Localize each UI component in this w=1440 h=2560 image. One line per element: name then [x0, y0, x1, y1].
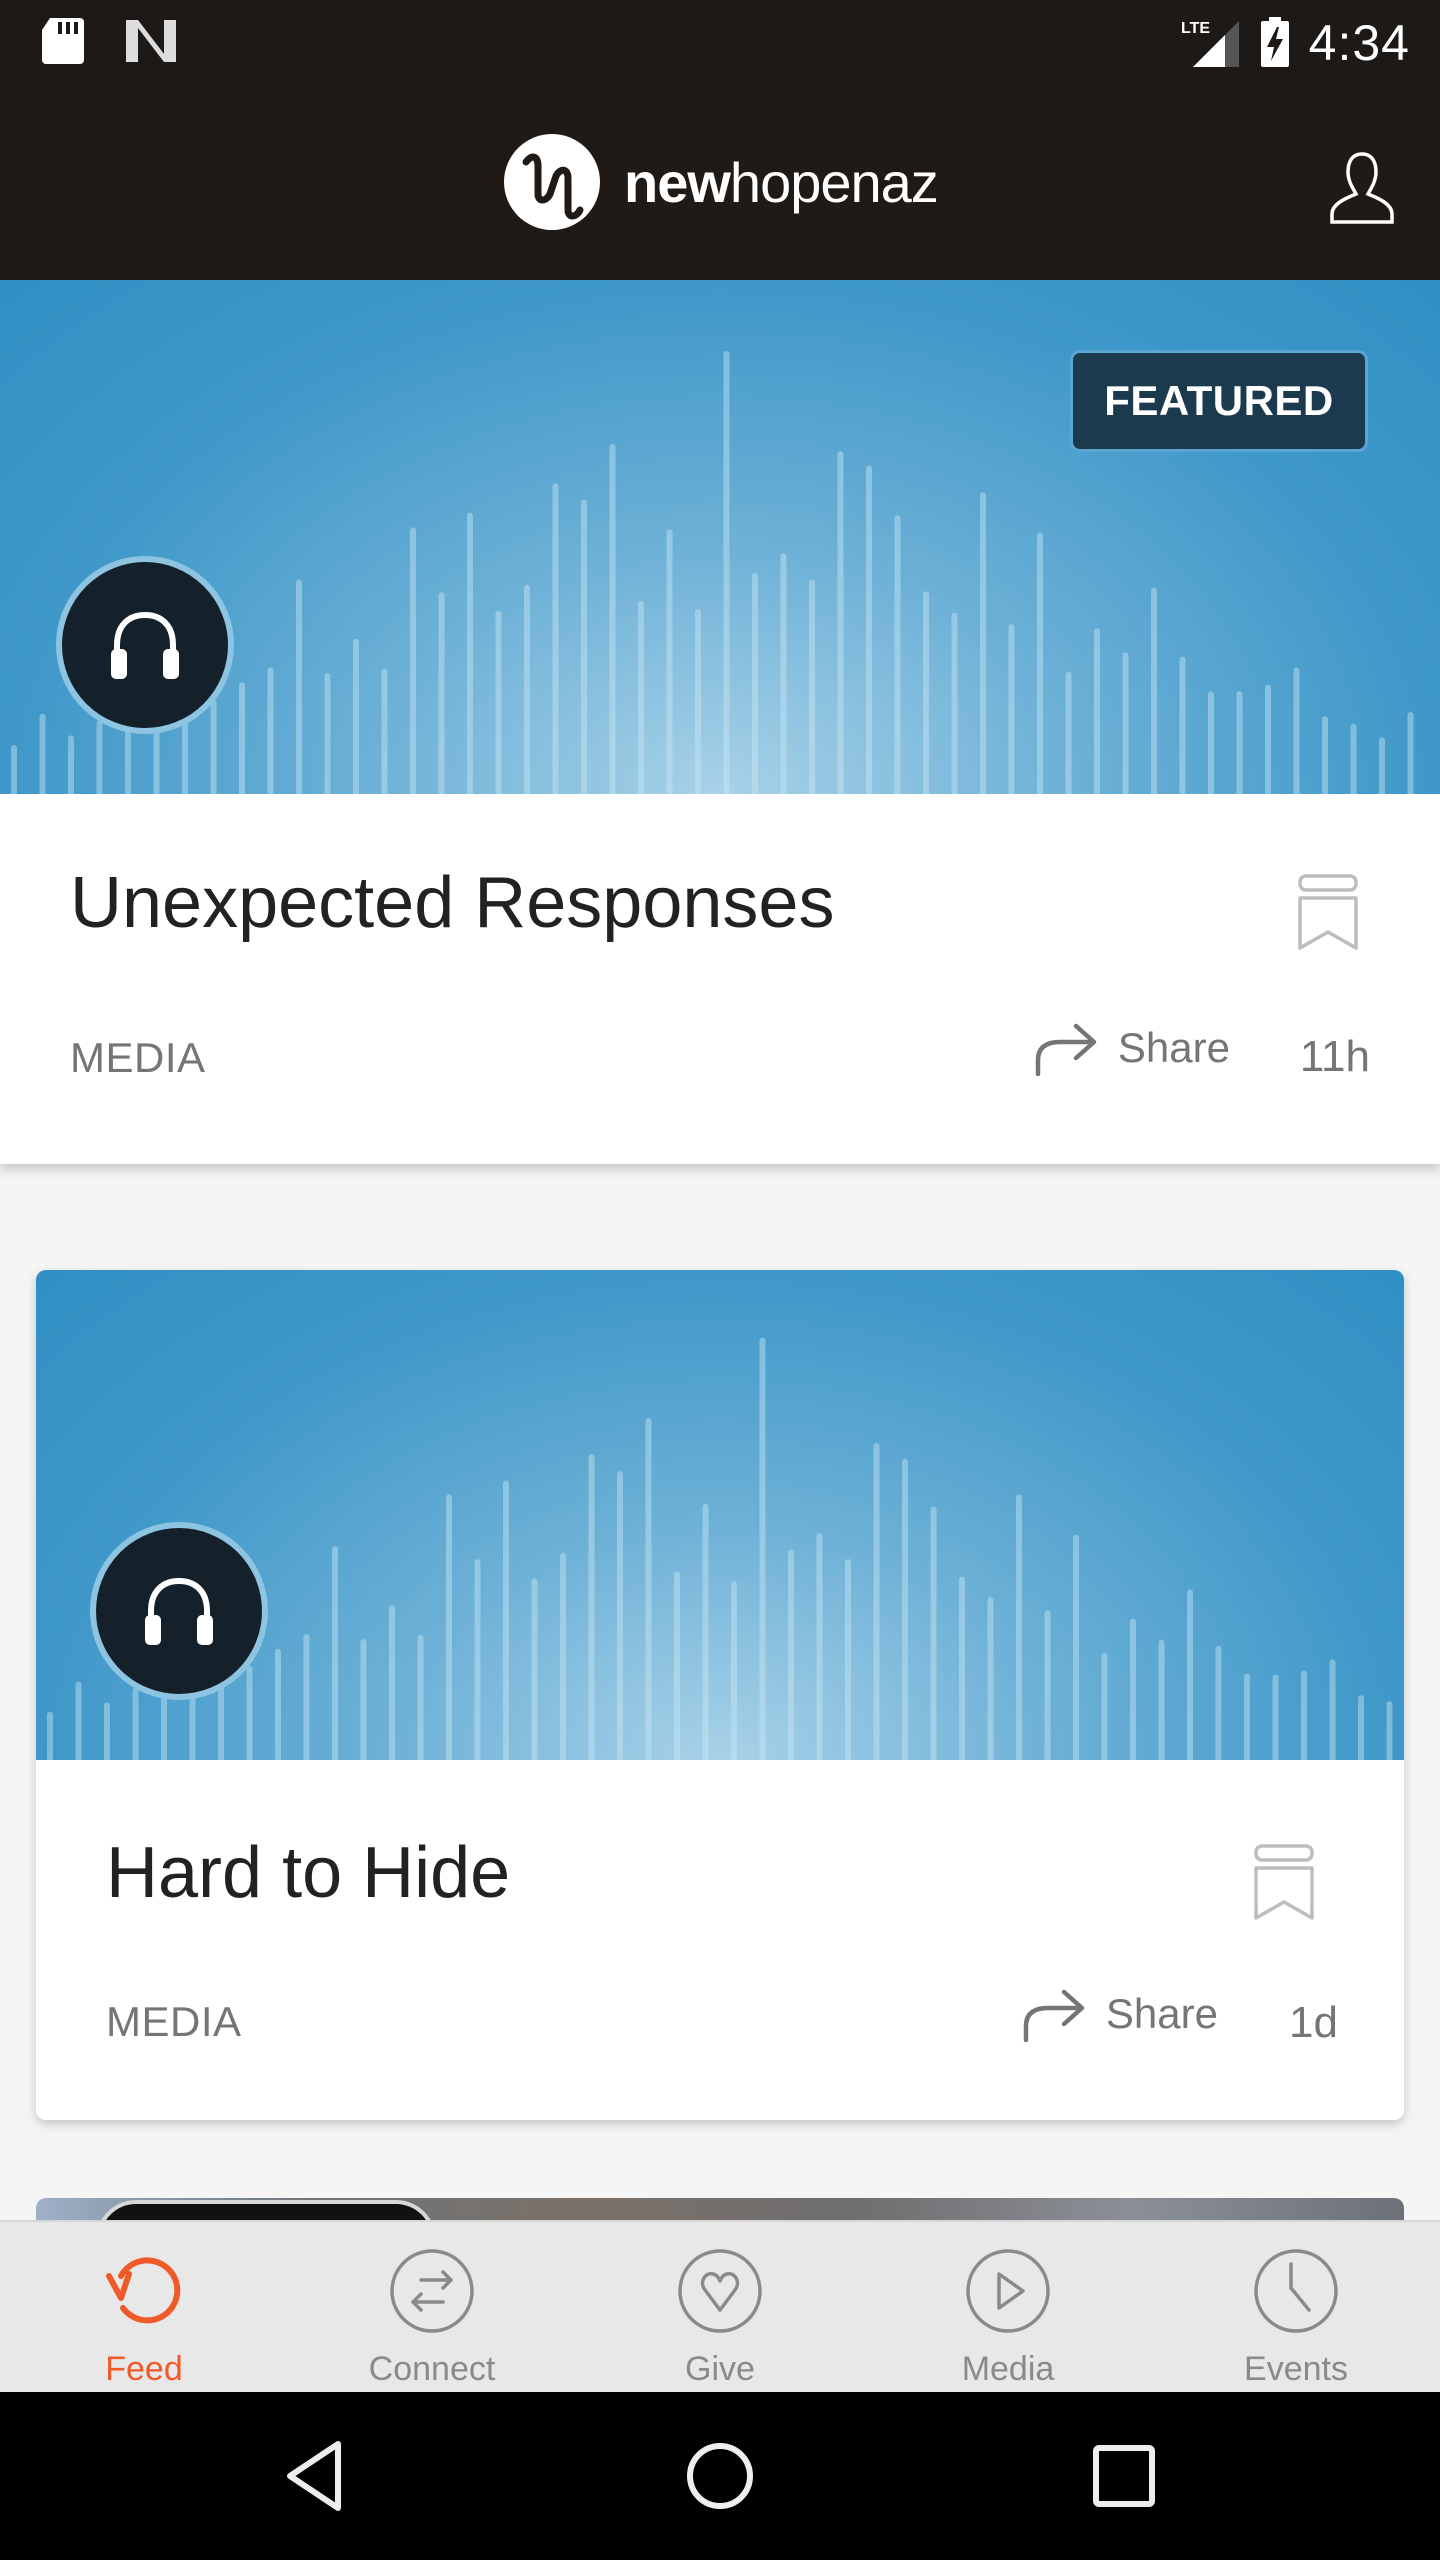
bottom-navigation: Feed Connect Give Media Events — [0, 2220, 1440, 2392]
system-navigation-bar — [0, 2392, 1440, 2560]
feed-card[interactable]: Hard to Hide MEDIA Share 1d — [36, 1270, 1404, 2120]
bookmark-button[interactable] — [1252, 1842, 1316, 1922]
featured-banner[interactable]: FEATURED — [0, 280, 1440, 794]
nav-tab-events[interactable]: Events — [1152, 2222, 1440, 2392]
nav-tab-media[interactable]: Media — [864, 2222, 1152, 2392]
featured-card-body: Unexpected Responses MEDIA Share 11h — [0, 794, 1440, 1164]
logo[interactable]: newhopenaz — [502, 132, 939, 232]
play-icon — [966, 2249, 1050, 2333]
nav-tab-feed[interactable]: Feed — [0, 2222, 288, 2392]
app-bar: newhopenaz — [0, 84, 1440, 280]
share-label: Share — [1117, 1024, 1230, 1071]
card-body: Hard to Hide MEDIA Share 1d — [36, 1760, 1404, 2120]
media-type-badge — [90, 1522, 268, 1700]
heart-icon — [678, 2249, 762, 2333]
card-title[interactable]: Hard to Hide — [106, 1832, 510, 1914]
category-label: MEDIA — [106, 1998, 242, 2045]
n-notification-icon — [126, 20, 176, 62]
clock: 4:34 — [1308, 15, 1410, 71]
logo-text: newhopenaz — [624, 150, 939, 215]
profile-button[interactable] — [1324, 150, 1400, 226]
share-arrow-icon — [1035, 1023, 1097, 1076]
bookmark-icon — [1298, 874, 1358, 950]
nav-label: Events — [1244, 2350, 1348, 2388]
featured-badge: FEATURED — [1070, 350, 1368, 452]
waveform-graphic — [47, 1337, 1393, 1760]
recents-icon[interactable] — [1084, 2436, 1164, 2516]
clock-icon — [1254, 2249, 1338, 2333]
bookmark-icon — [1254, 1844, 1314, 1920]
headphones-icon — [111, 611, 179, 679]
timestamp: 11h — [1299, 1032, 1370, 1081]
card-banner[interactable] — [36, 1270, 1404, 1760]
timestamp: 1d — [1289, 1998, 1338, 2047]
nav-label: Feed — [105, 2350, 183, 2388]
card-image — [96, 2200, 436, 2220]
home-icon[interactable] — [680, 2436, 760, 2516]
logo-text-bold: new — [624, 150, 731, 214]
back-icon[interactable] — [276, 2436, 356, 2516]
share-button[interactable]: Share — [1020, 1986, 1218, 2042]
logo-mark-icon — [504, 134, 600, 230]
share-button[interactable]: Share — [1032, 1020, 1230, 1076]
category-label: MEDIA — [70, 1034, 206, 1081]
logo-text-regular: hopenaz — [729, 150, 939, 214]
status-bar: LTE 4:34 — [0, 0, 1440, 84]
lte-signal-icon: LTE — [1181, 20, 1239, 67]
share-arrow-icon — [1023, 1989, 1085, 2042]
nav-label: Media — [961, 2350, 1055, 2388]
sd-card-icon — [42, 18, 84, 64]
media-type-badge — [56, 556, 234, 734]
share-label: Share — [1105, 1990, 1218, 2037]
refresh-icon — [106, 2257, 181, 2324]
feed-list[interactable]: FEATURED Unexpected Responses MEDIA Shar… — [0, 280, 1440, 2220]
feed-card-partial[interactable] — [36, 2198, 1404, 2220]
app-screen: LTE 4:34 newhopenaz FEATURED Unexpected … — [0, 0, 1440, 2560]
nav-label: Give — [685, 2350, 755, 2388]
card-title[interactable]: Unexpected Responses — [70, 862, 834, 944]
featured-card[interactable]: FEATURED Unexpected Responses MEDIA Shar… — [0, 280, 1440, 1164]
person-outline-icon — [1330, 152, 1394, 224]
swap-arrows-icon — [390, 2249, 474, 2333]
battery-charging-icon — [1260, 17, 1289, 67]
nav-label: Connect — [368, 2350, 496, 2388]
bookmark-button[interactable] — [1296, 872, 1360, 952]
svg-text:LTE: LTE — [1181, 20, 1210, 37]
headphones-icon — [145, 1577, 213, 1645]
nav-tab-connect[interactable]: Connect — [288, 2222, 576, 2392]
nav-tab-give[interactable]: Give — [576, 2222, 864, 2392]
